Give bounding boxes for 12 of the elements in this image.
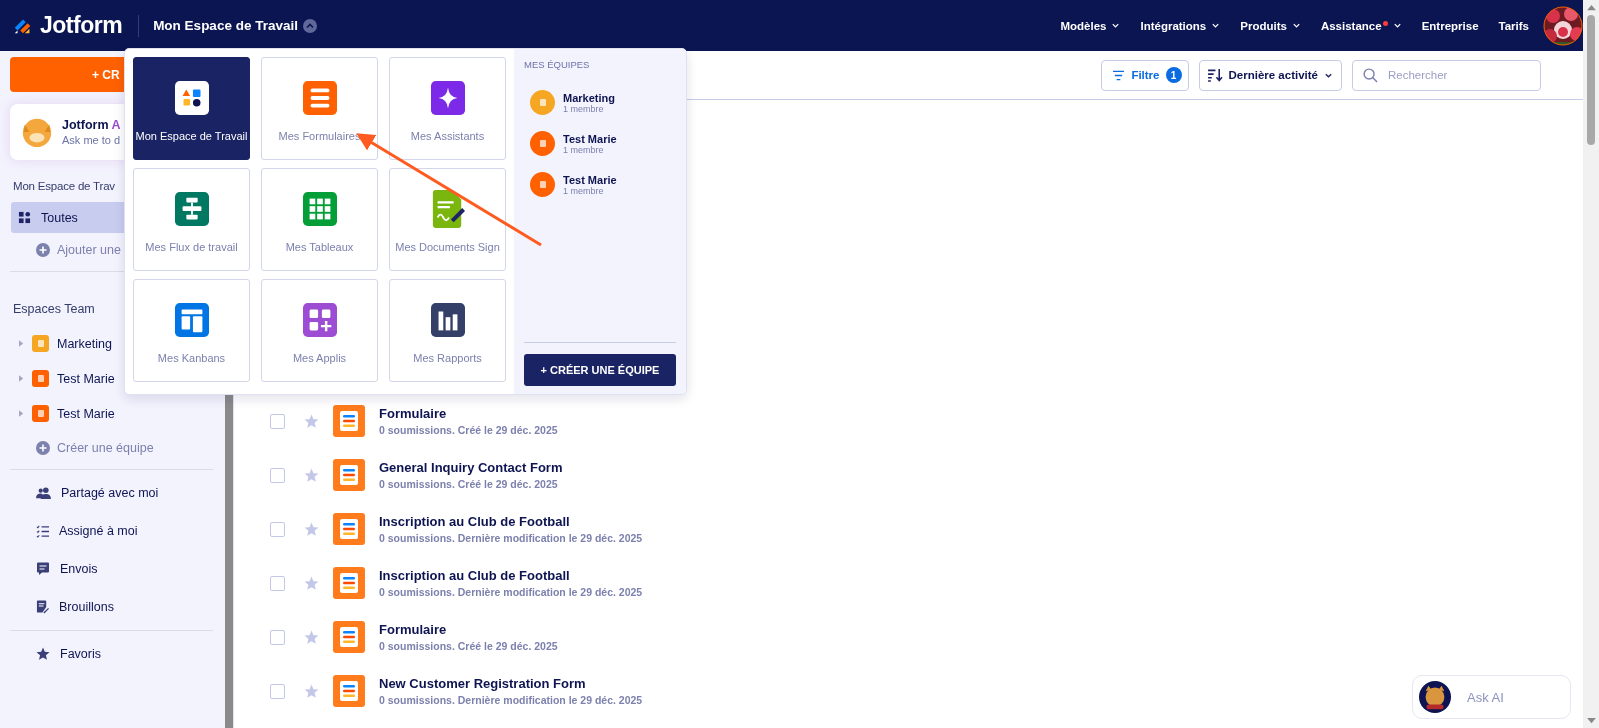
form-meta: 0 soumissions. Dernière modification le 29 déc. 2025 xyxy=(379,586,643,598)
filter-count-badge: 1 xyxy=(1165,67,1182,83)
assistant-title: Jotform A xyxy=(62,118,121,132)
assistant-subtitle: Ask me to d xyxy=(62,134,121,146)
form-meta: 0 soumissions. Créé le 29 déc. 2025 xyxy=(379,478,559,490)
form-meta: 0 soumissions. Dernière modification le 29 déc. 2025 xyxy=(379,694,643,706)
section-heading: MES ÉQUIPES xyxy=(524,59,591,70)
form-meta: 0 soumissions. Créé le 29 déc. 2025 xyxy=(379,640,558,652)
form-meta: 0 soumissions. Créé le 29 déc. 2025 xyxy=(379,424,558,436)
section-heading: Espaces Team xyxy=(12,302,96,316)
form-meta: 0 soumissions. Dernière modification le 29 déc. 2025 xyxy=(379,532,643,544)
section-heading: Mon Espace de Trav xyxy=(12,180,116,192)
